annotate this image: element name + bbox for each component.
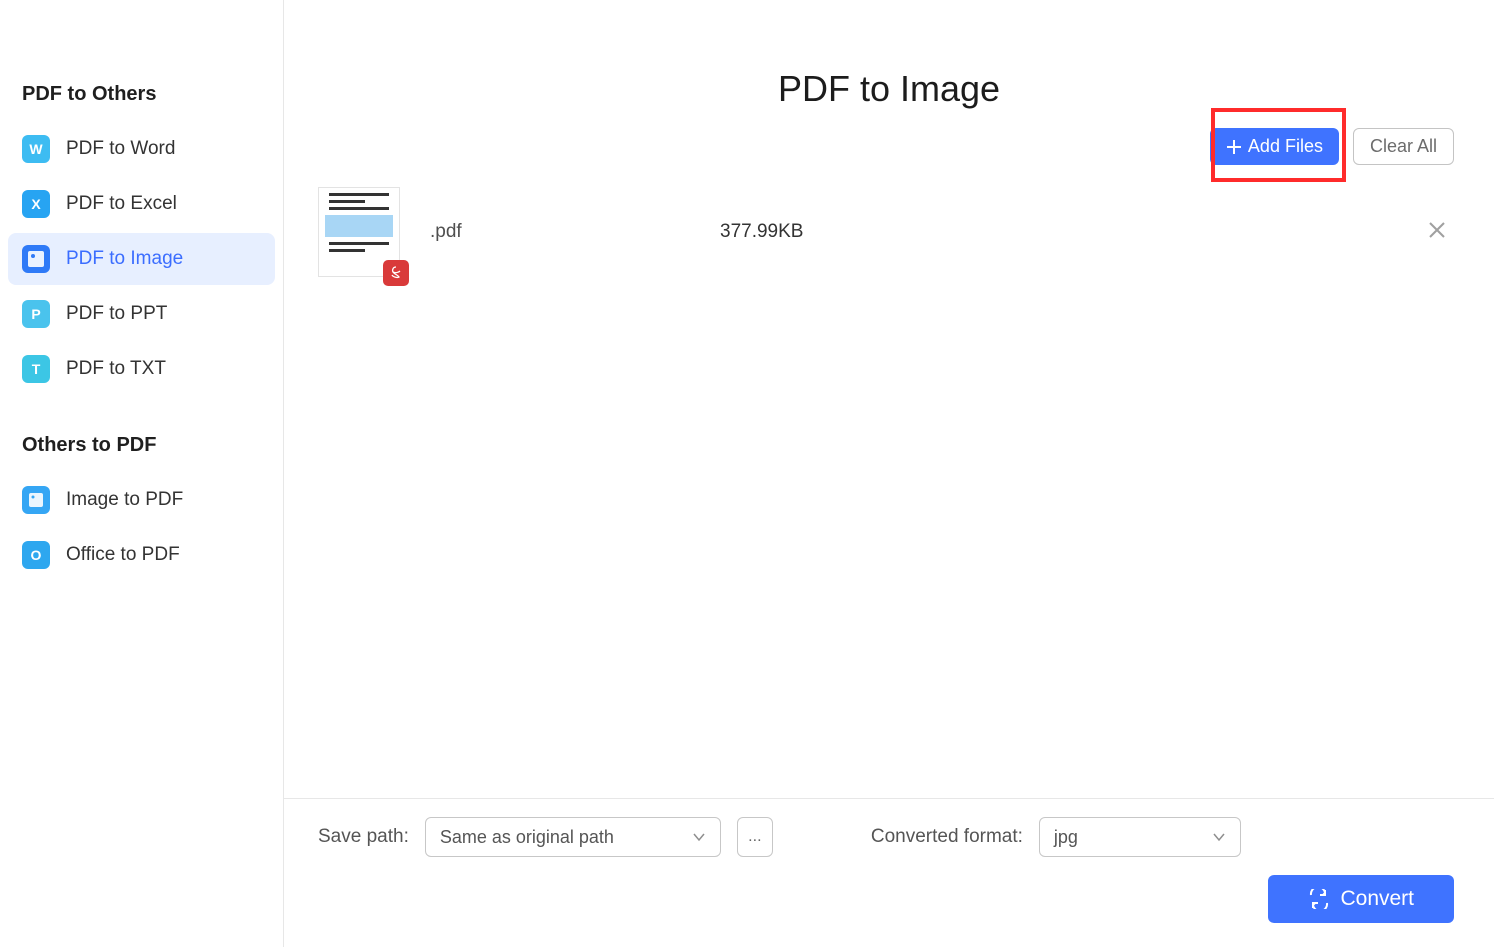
ppt-icon: P [22, 300, 50, 328]
format-value: jpg [1054, 827, 1078, 848]
main-header: PDF to Image [284, 0, 1494, 110]
sidebar-item-image-to-pdf[interactable]: Image to PDF [8, 474, 275, 526]
convert-label: Convert [1340, 887, 1414, 911]
sidebar-item-pdf-to-ppt[interactable]: P PDF to PPT [8, 288, 275, 340]
convert-button[interactable]: Convert [1268, 875, 1454, 923]
sidebar-item-label: PDF to TXT [66, 358, 166, 380]
sidebar-item-pdf-to-txt[interactable]: T PDF to TXT [8, 343, 275, 395]
footer: Save path: Same as original path ... Con… [284, 798, 1494, 947]
clear-all-button[interactable]: Clear All [1353, 128, 1454, 165]
sidebar-item-pdf-to-image[interactable]: PDF to Image [8, 233, 275, 285]
image-to-pdf-icon [22, 486, 50, 514]
file-name: .pdf [430, 221, 690, 243]
pdf-badge-icon [383, 260, 409, 286]
convert-icon [1308, 889, 1330, 909]
sidebar-item-label: PDF to Word [66, 138, 175, 160]
sidebar-item-office-to-pdf[interactable]: O Office to PDF [8, 529, 275, 581]
footer-options-row: Save path: Same as original path ... Con… [318, 817, 1454, 857]
browse-button[interactable]: ... [737, 817, 773, 857]
sidebar-item-label: PDF to Excel [66, 193, 177, 215]
remove-file-button[interactable] [1426, 219, 1454, 246]
sidebar-item-label: Office to PDF [66, 544, 180, 566]
format-select[interactable]: jpg [1039, 817, 1241, 857]
toolbar: Add Files Clear All [284, 128, 1494, 165]
save-path-label: Save path: [318, 826, 409, 848]
file-list: .pdf 377.99KB [284, 165, 1494, 798]
save-path-select[interactable]: Same as original path [425, 817, 721, 857]
sidebar-item-label: PDF to Image [66, 248, 183, 270]
clear-all-label: Clear All [1370, 136, 1437, 156]
chevron-down-icon [1212, 832, 1226, 842]
txt-icon: T [22, 355, 50, 383]
sidebar-item-pdf-to-excel[interactable]: X PDF to Excel [8, 178, 275, 230]
sidebar-item-label: Image to PDF [66, 489, 183, 511]
word-icon: W [22, 135, 50, 163]
plus-icon [1226, 139, 1242, 155]
file-size: 377.99KB [720, 221, 1396, 243]
file-row: .pdf 377.99KB [318, 177, 1454, 287]
excel-icon: X [22, 190, 50, 218]
save-path-value: Same as original path [440, 827, 614, 848]
file-thumbnail [318, 187, 400, 277]
add-files-button[interactable]: Add Files [1210, 128, 1339, 165]
footer-action-row: Convert [318, 875, 1454, 923]
format-label: Converted format: [871, 826, 1023, 848]
add-files-label: Add Files [1248, 136, 1323, 157]
sidebar-section-pdf-to-others: PDF to Others [8, 75, 275, 120]
office-icon: O [22, 541, 50, 569]
image-icon [22, 245, 50, 273]
sidebar: PDF to Others W PDF to Word X PDF to Exc… [0, 0, 284, 947]
page-title: PDF to Image [284, 68, 1494, 110]
chevron-down-icon [692, 832, 706, 842]
sidebar-item-label: PDF to PPT [66, 303, 167, 325]
main-panel: PDF to Image Add Files Clear All [284, 0, 1494, 947]
sidebar-item-pdf-to-word[interactable]: W PDF to Word [8, 123, 275, 175]
sidebar-section-others-to-pdf: Others to PDF [8, 426, 275, 471]
